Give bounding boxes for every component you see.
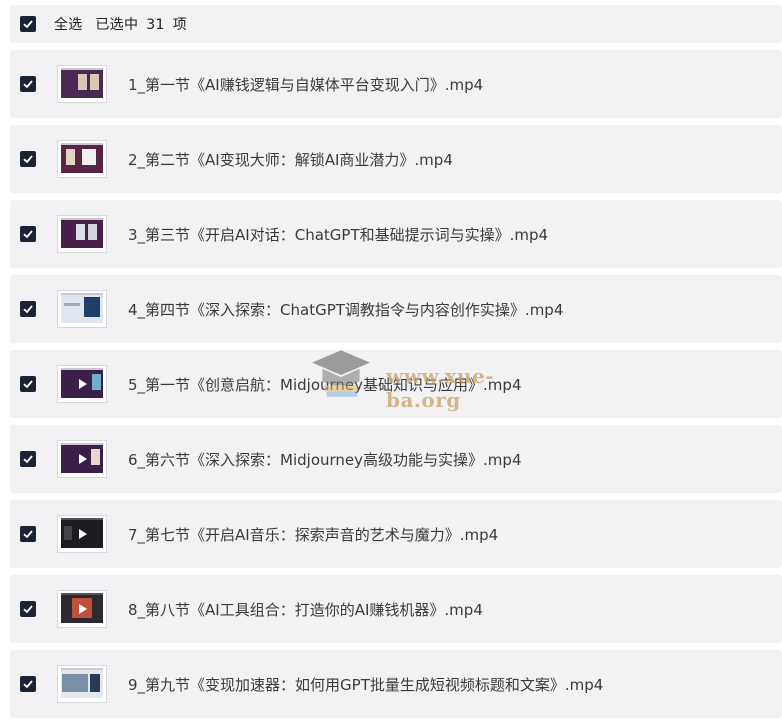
file-checkbox[interactable] [20,676,36,692]
video-thumbnail[interactable] [57,515,107,553]
file-name[interactable]: 3_第三节《开启AI对话：ChatGPT和基础提示词与实操》.mp4 [128,224,548,245]
file-checkbox[interactable] [20,376,36,392]
check-icon [23,305,33,314]
video-thumbnail[interactable] [57,215,107,253]
select-all-label[interactable]: 全选 [54,17,83,33]
check-icon [23,230,33,239]
file-checkbox[interactable] [20,76,36,92]
play-icon [79,379,87,389]
file-row[interactable]: 2_第二节《AI变现大师：解锁AI商业潜力》.mp4 [10,125,782,193]
selected-count: 31 [146,17,165,33]
file-checkbox[interactable] [20,226,36,242]
file-name[interactable]: 1_第一节《AI赚钱逻辑与自媒体平台变现入门》.mp4 [128,74,483,95]
check-icon [23,20,33,29]
video-thumbnail[interactable] [57,290,107,328]
file-checkbox[interactable] [20,151,36,167]
video-thumbnail[interactable] [57,65,107,103]
play-icon [79,529,87,539]
file-checkbox[interactable] [20,301,36,317]
play-icon [79,454,87,464]
file-name[interactable]: 8_第八节《AI工具组合：打造你的AI赚钱机器》.mp4 [128,599,483,620]
file-name[interactable]: 4_第四节《深入探索：ChatGPT调教指令与内容创作实操》.mp4 [128,299,563,320]
select-all-checkbox[interactable] [20,16,36,32]
file-name[interactable]: 7_第七节《开启AI音乐：探索声音的艺术与魔力》.mp4 [128,524,498,545]
file-name[interactable]: 2_第二节《AI变现大师：解锁AI商业潜力》.mp4 [128,149,453,170]
file-row[interactable]: 3_第三节《开启AI对话：ChatGPT和基础提示词与实操》.mp4 [10,200,782,268]
file-row[interactable]: 6_第六节《深入探索：Midjourney高级功能与实操》.mp4 [10,425,782,493]
file-name[interactable]: 6_第六节《深入探索：Midjourney高级功能与实操》.mp4 [128,449,522,470]
select-all-bar: 全选 已选中 31 项 [10,5,782,43]
file-name[interactable]: 5_第一节《创意启航：Midjourney基础知识与应用》.mp4 [128,374,522,395]
check-icon [23,455,33,464]
selected-suffix: 项 [172,17,188,33]
selection-summary: 全选 已选中 31 项 [54,14,195,34]
video-thumbnail[interactable] [57,440,107,478]
file-list: 1_第一节《AI赚钱逻辑与自媒体平台变现入门》.mp4 2_第二节《AI变现大师… [10,50,782,725]
check-icon [23,530,33,539]
check-icon [23,380,33,389]
check-icon [23,155,33,164]
file-row[interactable]: 1_第一节《AI赚钱逻辑与自媒体平台变现入门》.mp4 [10,50,782,118]
file-checkbox[interactable] [20,601,36,617]
file-checkbox[interactable] [20,451,36,467]
file-row[interactable]: 7_第七节《开启AI音乐：探索声音的艺术与魔力》.mp4 [10,500,782,568]
video-thumbnail[interactable] [57,365,107,403]
play-icon [79,604,87,614]
file-row[interactable]: 5_第一节《创意启航：Midjourney基础知识与应用》.mp4 [10,350,782,418]
video-thumbnail[interactable] [57,665,107,703]
file-row[interactable]: 4_第四节《深入探索：ChatGPT调教指令与内容创作实操》.mp4 [10,275,782,343]
check-icon [23,680,33,689]
video-thumbnail[interactable] [57,590,107,628]
check-icon [23,80,33,89]
file-row[interactable]: 8_第八节《AI工具组合：打造你的AI赚钱机器》.mp4 [10,575,782,643]
video-thumbnail[interactable] [57,140,107,178]
selected-prefix: 已选中 [95,17,139,33]
file-name[interactable]: 9_第九节《变现加速器：如何用GPT批量生成短视频标题和文案》.mp4 [128,674,603,695]
file-checkbox[interactable] [20,526,36,542]
check-icon [23,605,33,614]
